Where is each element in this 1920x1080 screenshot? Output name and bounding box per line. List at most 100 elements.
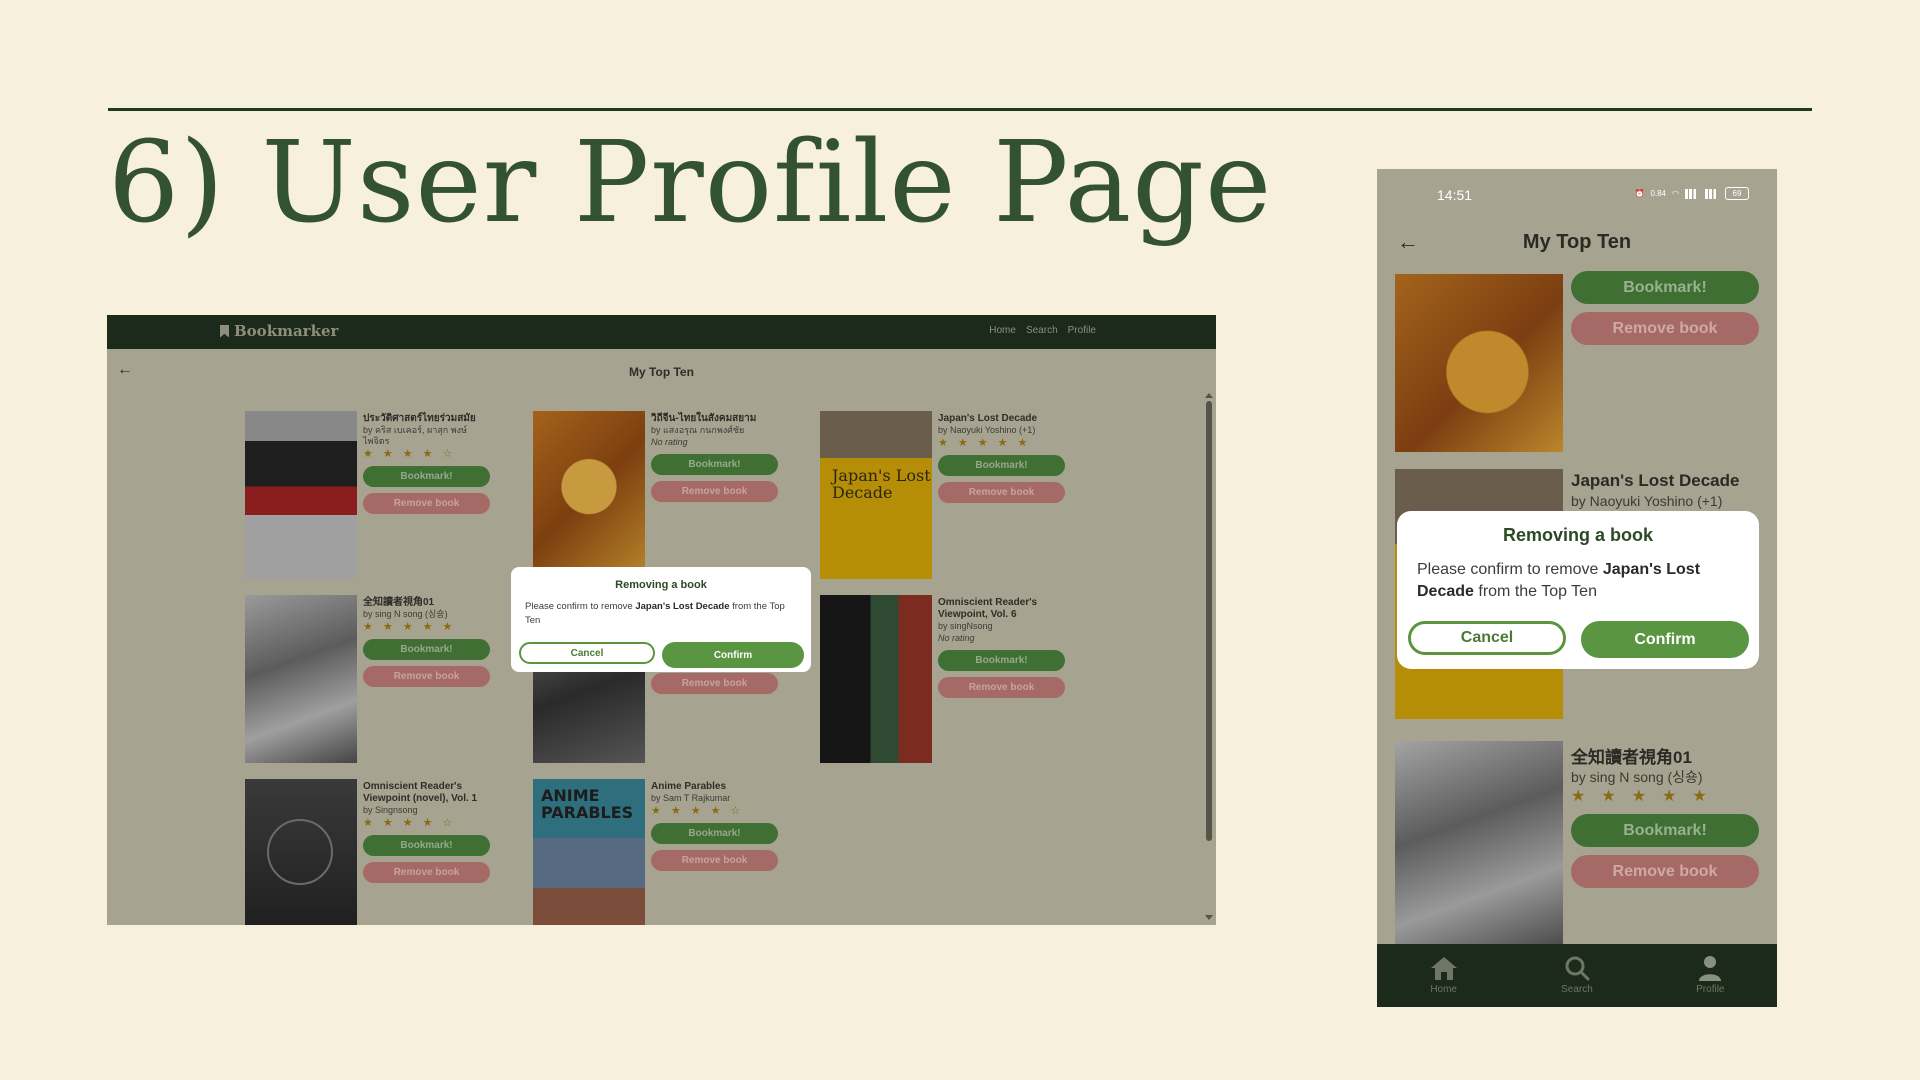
alarm-icon: ⏰ bbox=[1634, 189, 1645, 198]
star-icon: ★ bbox=[363, 448, 373, 460]
bookmark-icon bbox=[220, 324, 229, 338]
remove-book-button[interactable]: Remove book bbox=[1571, 312, 1759, 345]
star-icon: ★ bbox=[1631, 788, 1647, 805]
scrollbar[interactable] bbox=[1206, 401, 1212, 841]
book-author: by Sam T Rajkumar bbox=[651, 793, 731, 803]
book-title: 全知讀者視角01 bbox=[1571, 748, 1692, 767]
rating-text: No rating bbox=[651, 437, 688, 447]
star-icon: ★ bbox=[382, 448, 393, 460]
book-cover[interactable] bbox=[820, 595, 932, 763]
book-author: by Naoyuki Yoshino (+1) bbox=[1571, 493, 1723, 509]
star-rating: ★ ★ ★ ★ ★ bbox=[1571, 788, 1707, 806]
tab-home[interactable]: Home bbox=[1377, 944, 1510, 1007]
star-icon: ★ bbox=[670, 805, 681, 817]
star-icon: ★ bbox=[938, 437, 948, 449]
bookmark-button[interactable]: Bookmark! bbox=[1571, 814, 1759, 847]
book-title: 全知讀者視角01 bbox=[363, 597, 435, 608]
remove-book-button[interactable]: Remove book bbox=[363, 666, 490, 687]
star-icon: ★ bbox=[363, 621, 373, 633]
status-time: 14:51 bbox=[1437, 187, 1473, 203]
dialog-title: Removing a book bbox=[615, 579, 707, 591]
remove-book-button[interactable]: Remove book bbox=[938, 677, 1065, 698]
star-icon: ★ bbox=[382, 817, 393, 829]
book-cover[interactable] bbox=[1395, 274, 1563, 452]
confirm-button[interactable]: Confirm bbox=[662, 642, 804, 668]
star-icon: ★ bbox=[977, 437, 988, 449]
star-icon: ★ bbox=[382, 621, 393, 633]
remove-book-button[interactable]: Remove book bbox=[363, 493, 490, 514]
star-rating: ★ ★ ★ ★ ★ bbox=[363, 621, 493, 633]
status-icons: ⏰ 0.84 ◠ 69 bbox=[1634, 187, 1749, 200]
bookmark-button[interactable]: Bookmark! bbox=[363, 835, 490, 856]
star-rating: ★ ★ ★ ★ ☆ bbox=[363, 448, 493, 460]
book-title: ประวัติศาสตร์ไทยร่วมสมัย bbox=[363, 413, 476, 424]
remove-book-button[interactable]: Remove book bbox=[1571, 855, 1759, 888]
star-icon: ★ bbox=[422, 448, 433, 460]
remove-book-button[interactable]: Remove book bbox=[651, 673, 778, 694]
cover-title: Japan's Lost Decade bbox=[832, 466, 931, 502]
confirm-button[interactable]: Confirm bbox=[1581, 621, 1749, 658]
tab-search[interactable]: Search bbox=[1510, 944, 1643, 1007]
profile-icon bbox=[1699, 956, 1722, 981]
star-rating: ★ ★ ★ ★ ★ bbox=[938, 437, 1068, 449]
book-author: by Naoyuki Yoshino (+1) bbox=[938, 425, 1036, 435]
signal-icon bbox=[1705, 188, 1719, 199]
book-cover[interactable]: ANIME PARABLES bbox=[533, 779, 645, 925]
bottom-tab-bar: Home Search Profile bbox=[1377, 944, 1777, 1007]
brand-name: Bookmarker bbox=[234, 322, 339, 340]
bookmark-button[interactable]: Bookmark! bbox=[938, 455, 1065, 476]
book-cover[interactable] bbox=[533, 411, 645, 579]
star-icon: ★ bbox=[997, 437, 1008, 449]
book-cover[interactable] bbox=[245, 595, 357, 763]
book-title: Japan's Lost Decade bbox=[1571, 471, 1740, 490]
page-heading: My Top Ten bbox=[629, 365, 694, 379]
book-author: by คริส เบเคอร์, ผาสุก พงษ์ไพจิตร bbox=[363, 425, 468, 446]
title-divider bbox=[108, 108, 1812, 111]
bookmark-button[interactable]: Bookmark! bbox=[651, 823, 778, 844]
remove-book-button[interactable]: Remove book bbox=[651, 850, 778, 871]
book-cover[interactable] bbox=[1395, 741, 1563, 946]
star-icon: ★ bbox=[402, 817, 413, 829]
tab-profile[interactable]: Profile bbox=[1644, 944, 1777, 1007]
remove-book-button[interactable]: Remove book bbox=[938, 482, 1065, 503]
home-icon bbox=[1430, 957, 1457, 980]
desktop-navbar: Bookmarker Home Search Profile bbox=[107, 315, 1216, 349]
bookmark-button[interactable]: Bookmark! bbox=[363, 639, 490, 660]
star-icon: ★ bbox=[957, 437, 968, 449]
book-cover[interactable] bbox=[245, 411, 357, 579]
remove-book-button[interactable]: Remove book bbox=[363, 862, 490, 883]
star-icon: ★ bbox=[1571, 788, 1586, 805]
scroll-up-arrow-icon[interactable] bbox=[1205, 393, 1213, 398]
star-rating: ★ ★ ★ ★ ☆ bbox=[651, 805, 781, 817]
dialog-message: Please confirm to remove Japan's Lost De… bbox=[525, 601, 785, 626]
desktop-screenshot: Bookmarker Home Search Profile ← My Top … bbox=[107, 315, 1216, 925]
book-author: by แสงอรุณ กนกพงศ์ชัย bbox=[651, 425, 745, 435]
star-icon: ★ bbox=[402, 621, 413, 633]
remove-book-dialog: Removing a book Please confirm to remove… bbox=[511, 567, 811, 672]
nav-home-link[interactable]: Home bbox=[989, 325, 1016, 336]
brand-logo[interactable]: Bookmarker bbox=[220, 322, 338, 340]
remove-book-button[interactable]: Remove book bbox=[651, 481, 778, 502]
cover-title: ANIME PARABLES bbox=[541, 786, 634, 822]
book-title: วิถีจีน-ไทยในสังคมสยาม bbox=[651, 413, 757, 424]
battery-icon: 69 bbox=[1725, 187, 1749, 200]
bookmark-button[interactable]: Bookmark! bbox=[651, 454, 778, 475]
book-card: Japan's Lost Decade Japan's Lost Decade … bbox=[820, 411, 1160, 581]
star-icon: ★ bbox=[422, 817, 433, 829]
book-cover[interactable]: Japan's Lost Decade bbox=[820, 411, 932, 579]
star-icon: ★ bbox=[402, 448, 413, 460]
bookmark-button[interactable]: Bookmark! bbox=[1571, 271, 1759, 304]
star-icon: ★ bbox=[710, 805, 721, 817]
bookmark-button[interactable]: Bookmark! bbox=[363, 466, 490, 487]
cancel-button[interactable]: Cancel bbox=[1408, 621, 1566, 655]
tab-label: Profile bbox=[1696, 984, 1725, 995]
dialog-title: Removing a book bbox=[1502, 525, 1654, 545]
nav-profile-link[interactable]: Profile bbox=[1068, 325, 1096, 336]
cancel-button[interactable]: Cancel bbox=[519, 642, 655, 664]
scroll-down-arrow-icon[interactable] bbox=[1205, 915, 1213, 920]
star-icon: ★ bbox=[1601, 788, 1616, 805]
book-cover[interactable] bbox=[245, 779, 357, 925]
nav-search-link[interactable]: Search bbox=[1026, 325, 1058, 336]
star-icon: ☆ bbox=[730, 805, 741, 817]
bookmark-button[interactable]: Bookmark! bbox=[938, 650, 1065, 671]
